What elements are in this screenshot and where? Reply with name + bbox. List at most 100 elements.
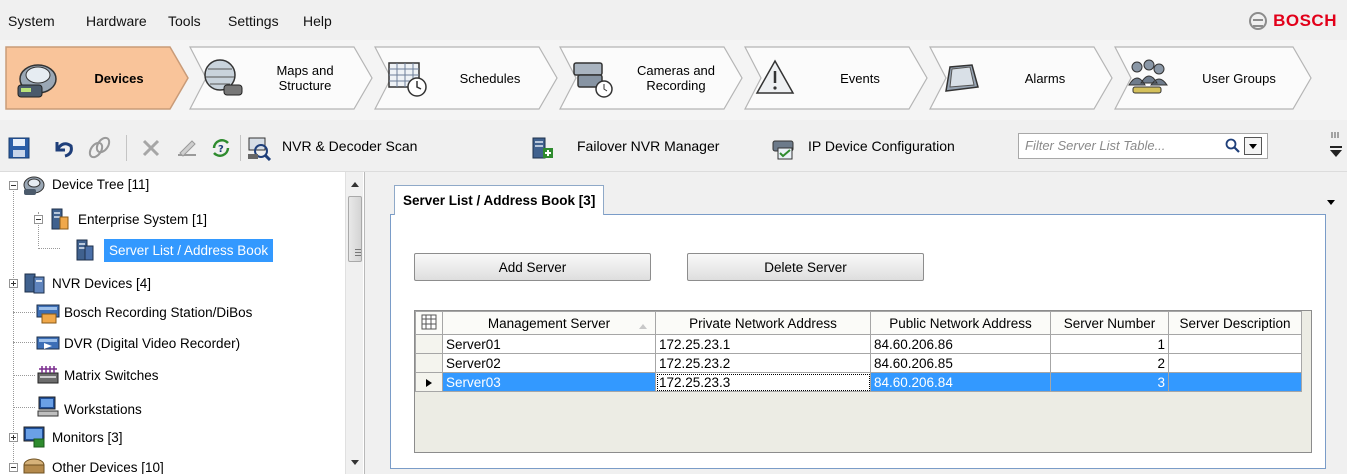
- column-server-description[interactable]: Server Description: [1168, 311, 1302, 335]
- search-icon[interactable]: [1225, 138, 1241, 154]
- scrollbar-thumb[interactable]: [348, 196, 362, 262]
- tab-user-groups-label: User Groups: [1202, 70, 1276, 86]
- tree-label-other-devices: Other Devices [10]: [52, 460, 164, 474]
- scroll-down-icon[interactable]: [351, 460, 359, 469]
- filter-server-list-input[interactable]: [1025, 138, 1215, 153]
- menu-help[interactable]: Help: [303, 13, 332, 29]
- failover-icon-button[interactable]: [527, 133, 557, 163]
- ip-device-configuration-button[interactable]: IP Device Configuration: [808, 138, 955, 154]
- cell-private-address[interactable]: 172.25.23.2: [655, 353, 871, 373]
- maps-icon: [204, 59, 243, 96]
- column-management-server[interactable]: Management Server: [442, 311, 656, 335]
- menu-system[interactable]: System: [8, 13, 55, 29]
- tree-node-device-tree[interactable]: Device Tree [11]: [0, 172, 345, 200]
- failover-icon: [532, 137, 553, 159]
- tree-node-server-list[interactable]: Server List / Address Book: [0, 238, 345, 266]
- cell-public-address[interactable]: 84.60.206.86: [870, 334, 1051, 354]
- ip-config-icon-button[interactable]: [768, 133, 798, 163]
- row-header[interactable]: [415, 353, 443, 373]
- tree-node-bosch-recording-station[interactable]: Bosch Recording Station/DiBos: [0, 300, 345, 328]
- table-row[interactable]: Server02 172.25.23.2 84.60.206.85 2: [415, 353, 1302, 373]
- tree-node-workstations[interactable]: Workstations: [0, 394, 345, 422]
- column-private-network-address[interactable]: Private Network Address: [655, 311, 871, 335]
- tree-label-enterprise-system: Enterprise System [1]: [78, 212, 208, 227]
- tab-alarms[interactable]: Alarms: [928, 45, 1114, 111]
- expand-toggle[interactable]: [9, 279, 18, 288]
- cell-server-number[interactable]: 3: [1050, 372, 1169, 392]
- expand-toggle[interactable]: [9, 433, 18, 442]
- cell-management-server[interactable]: Server03: [442, 372, 656, 392]
- table-row-selected[interactable]: Server03 172.25.23.3 84.60.206.84 3: [415, 372, 1302, 392]
- collapse-toggle[interactable]: [9, 181, 18, 190]
- cell-server-description[interactable]: [1168, 353, 1302, 373]
- refresh-question-icon: ?: [212, 139, 230, 157]
- server-list-icon: [76, 239, 94, 261]
- tree-node-nvr-devices[interactable]: NVR Devices [4]: [0, 270, 345, 298]
- cell-management-server[interactable]: Server01: [442, 334, 656, 354]
- undo-button[interactable]: [48, 133, 78, 163]
- toolbar-separator: [240, 135, 241, 161]
- delete-button[interactable]: [136, 133, 166, 163]
- tree-node-matrix-switches[interactable]: Matrix Switches: [0, 362, 345, 390]
- column-server-number[interactable]: Server Number: [1050, 311, 1169, 335]
- tree-node-enterprise-system[interactable]: Enterprise System [1]: [0, 206, 345, 234]
- tree-node-other-devices[interactable]: Other Devices [10]: [0, 454, 345, 474]
- cell-management-server[interactable]: Server02: [442, 353, 656, 373]
- tab-schedules[interactable]: Schedules: [373, 45, 559, 111]
- rename-button[interactable]: [172, 133, 202, 163]
- tab-devices[interactable]: Devices: [4, 45, 190, 111]
- cell-private-address[interactable]: 172.25.23.1: [655, 334, 871, 354]
- delete-server-button[interactable]: Delete Server: [687, 253, 924, 281]
- table-row[interactable]: Server01 172.25.23.1 84.60.206.86 1: [415, 334, 1302, 354]
- failover-nvr-manager-button[interactable]: Failover NVR Manager: [577, 138, 719, 154]
- row-header[interactable]: [415, 334, 443, 354]
- tree-node-monitors[interactable]: Monitors [3]: [0, 424, 345, 452]
- server-table: Management Server Private Network Addres…: [415, 311, 1302, 392]
- add-server-button[interactable]: Add Server: [414, 253, 651, 281]
- grip-icon: [355, 249, 361, 258]
- filter-dropdown-button[interactable]: [1244, 137, 1262, 155]
- tree-scrollbar[interactable]: [345, 172, 363, 474]
- monitor-icon: [23, 426, 45, 448]
- devices-icon: [17, 64, 57, 98]
- toolbar-overflow-icon[interactable]: [1329, 130, 1343, 160]
- cell-private-address[interactable]: 172.25.23.3: [655, 372, 871, 392]
- row-header[interactable]: [415, 372, 443, 392]
- link-button[interactable]: [84, 133, 114, 163]
- navigation-tabs: Devices Maps and Structure Schedules Cam…: [0, 40, 1347, 120]
- tree-node-dvr[interactable]: DVR (Digital Video Recorder): [0, 330, 345, 358]
- device-tree-icon: [23, 176, 45, 195]
- cell-server-description[interactable]: [1168, 334, 1302, 354]
- bosch-logo-icon: [1249, 12, 1268, 30]
- cell-public-address[interactable]: 84.60.206.84: [870, 372, 1051, 392]
- undo-icon: [55, 142, 73, 158]
- menu-tools[interactable]: Tools: [168, 13, 201, 29]
- tab-server-list-address-book[interactable]: Server List / Address Book [3]: [394, 185, 605, 215]
- nvr-decoder-scan-icon-button[interactable]: [244, 133, 274, 163]
- workstation-icon: [37, 396, 59, 417]
- refresh-button[interactable]: ?: [206, 133, 236, 163]
- cell-server-number[interactable]: 1: [1050, 334, 1169, 354]
- save-button[interactable]: [4, 133, 34, 163]
- tab-events[interactable]: Events: [743, 45, 929, 111]
- tab-user-groups[interactable]: User Groups: [1113, 45, 1313, 111]
- tab-alarms-label: Alarms: [1024, 70, 1066, 86]
- scan-icon: [248, 137, 272, 161]
- tab-cameras-and-recording[interactable]: Cameras and Recording: [558, 45, 744, 111]
- cell-public-address[interactable]: 84.60.206.85: [870, 353, 1051, 373]
- menu-hardware[interactable]: Hardware: [86, 13, 147, 29]
- column-public-network-address[interactable]: Public Network Address: [870, 311, 1051, 335]
- scroll-up-icon[interactable]: [351, 178, 359, 187]
- collapse-toggle[interactable]: [34, 215, 43, 224]
- cell-server-description[interactable]: [1168, 372, 1302, 392]
- menu-settings[interactable]: Settings: [228, 13, 279, 29]
- collapse-toggle[interactable]: [9, 463, 18, 472]
- nvr-devices-icon: [24, 273, 45, 294]
- cell-server-number[interactable]: 2: [1050, 353, 1169, 373]
- nvr-decoder-scan-button[interactable]: NVR & Decoder Scan: [282, 138, 417, 154]
- select-all-header[interactable]: [415, 311, 443, 335]
- tab-maps-and-structure[interactable]: Maps and Structure: [188, 45, 374, 111]
- cameras-icon: [573, 62, 613, 98]
- tree-label-dvr: DVR (Digital Video Recorder): [64, 336, 241, 351]
- tab-menu-dropdown-icon[interactable]: [1327, 200, 1335, 209]
